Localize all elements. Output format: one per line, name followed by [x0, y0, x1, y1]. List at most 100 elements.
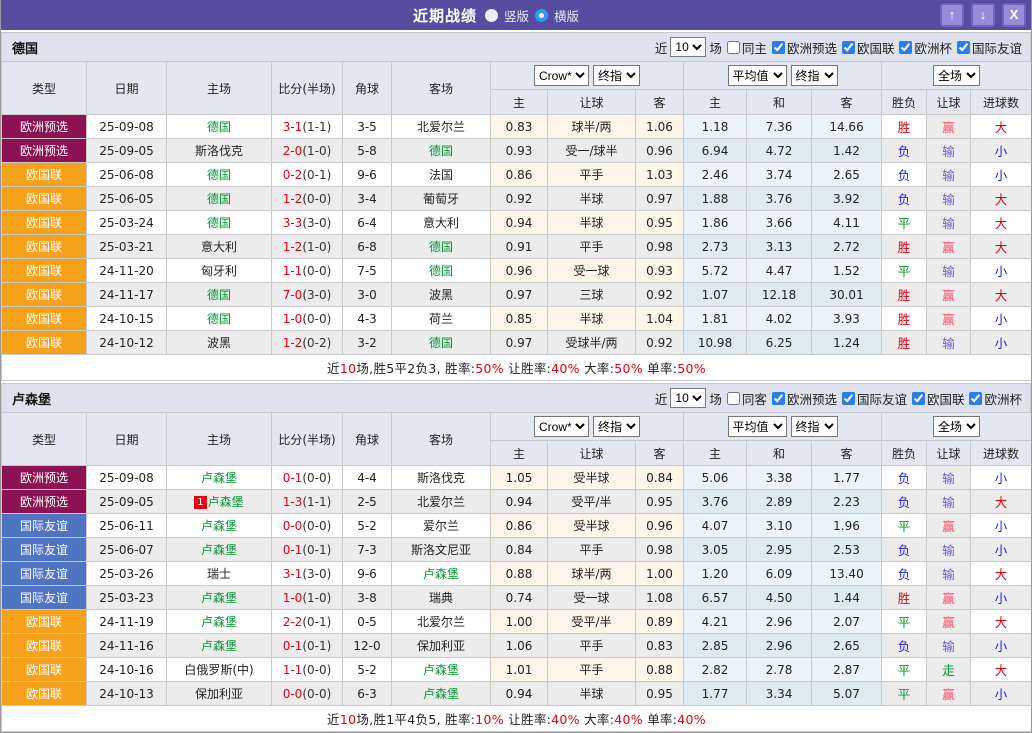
match-result-cell: 平 [882, 658, 927, 682]
match-row: 国际友谊25-06-11卢森堡0-0(0-0)5-2爱尔兰0.86受半球0.96… [2, 514, 1032, 538]
avg-away-odds-cell: 2.53 [812, 538, 882, 562]
close-button[interactable]: X [1002, 3, 1026, 27]
avg-draw-odds-cell: 2.96 [747, 634, 812, 658]
crow-handicap-cell: 受一/球半 [548, 139, 636, 163]
crow-away-odds-cell: 0.98 [636, 235, 684, 259]
avg-away-odds-cell: 2.87 [812, 658, 882, 682]
avg-away-odds-cell: 1.44 [812, 586, 882, 610]
same-venue-checkbox[interactable]: 同客 [725, 389, 767, 408]
goals-result-cell: 小 [971, 163, 1032, 187]
league-checkbox[interactable]: 欧国联 [840, 38, 895, 57]
crow-home-odds-cell: 0.88 [491, 562, 548, 586]
column-header: 日期 [87, 413, 167, 466]
red-card-badge: 1 [194, 496, 206, 509]
avg-away-odds-cell: 1.24 [812, 331, 882, 355]
title-group: 近期战绩 竖版 横版 [413, 5, 579, 26]
match-row: 欧洲预选25-09-051卢森堡1-3(1-1)2-5北爱尔兰0.94受平/半0… [2, 490, 1032, 514]
competition-cell: 国际友谊 [2, 514, 87, 538]
corners-cell: 6-8 [343, 235, 392, 259]
matches-table: 类型日期主场比分(半场)角球客场Crow*终指平均值终指全场主让球客主和客胜负让… [1, 412, 1032, 732]
match-count-select[interactable]: 10 [670, 37, 706, 57]
titlebar: 近期战绩 竖版 横版 ↑ ↓ X [1, 0, 1031, 30]
league-checkbox[interactable]: 欧洲杯 [967, 389, 1022, 408]
crow-handicap-cell: 平手 [548, 235, 636, 259]
average-select[interactable]: 平均值 [728, 65, 787, 86]
avg-home-odds-cell: 1.07 [684, 283, 747, 307]
average-select[interactable]: 平均值 [728, 416, 787, 437]
date-cell: 25-06-08 [87, 163, 167, 187]
avg-home-odds-cell: 2.85 [684, 634, 747, 658]
league-checkbox[interactable]: 欧国联 [910, 389, 965, 408]
date-cell: 24-11-16 [87, 634, 167, 658]
avg-draw-odds-cell: 6.25 [747, 331, 812, 355]
vertical-view-label[interactable]: 竖版 [504, 6, 529, 25]
goals-result-cell: 小 [971, 259, 1032, 283]
avg-home-odds-cell: 1.20 [684, 562, 747, 586]
match-result-cell: 平 [882, 514, 927, 538]
column-header: 和 [747, 441, 812, 466]
league-checkbox[interactable]: 国际友谊 [955, 38, 1022, 57]
bookmaker-select[interactable]: Crow* [534, 416, 589, 437]
column-header: 让球 [927, 441, 971, 466]
column-header: 主场 [167, 62, 272, 115]
home-team-cell: 瑞士 [167, 562, 272, 586]
same-venue-checkbox[interactable]: 同主 [725, 38, 767, 57]
match-row: 欧国联24-11-19卢森堡2-2(0-1)0-5北爱尔兰1.00受平/半0.8… [2, 610, 1032, 634]
avg-home-odds-cell: 1.18 [684, 115, 747, 139]
competition-cell: 欧国联 [2, 307, 87, 331]
horizontal-view-label[interactable]: 横版 [554, 6, 579, 25]
avg-odds-stage-select[interactable]: 终指 [791, 416, 838, 437]
avg-draw-odds-cell: 3.10 [747, 514, 812, 538]
column-header: 客场 [392, 62, 491, 115]
league-checkbox[interactable]: 欧洲预选 [770, 389, 837, 408]
goals-result-cell: 小 [971, 331, 1032, 355]
away-team-cell: 德国 [392, 331, 491, 355]
home-team-cell: 德国 [167, 163, 272, 187]
avg-draw-odds-cell: 3.34 [747, 682, 812, 706]
match-result-cell: 负 [882, 163, 927, 187]
crow-odds-stage-select[interactable]: 终指 [593, 416, 640, 437]
score-cell: 1-0(1-0) [272, 586, 343, 610]
date-cell: 25-03-23 [87, 586, 167, 610]
crow-home-odds-cell: 0.86 [491, 163, 548, 187]
avg-odds-stage-select[interactable]: 终指 [791, 65, 838, 86]
goals-result-cell: 大 [971, 115, 1032, 139]
crow-odds-stage-select[interactable]: 终指 [593, 65, 640, 86]
avg-home-odds-cell: 6.94 [684, 139, 747, 163]
column-header: 客场 [392, 413, 491, 466]
league-checkbox[interactable]: 欧洲预选 [770, 38, 837, 57]
crow-handicap-cell: 平手 [548, 163, 636, 187]
league-checkbox[interactable]: 欧洲杯 [897, 38, 952, 57]
date-cell: 25-03-24 [87, 211, 167, 235]
bookmaker-select[interactable]: Crow* [534, 65, 589, 86]
match-count-select[interactable]: 10 [670, 388, 706, 408]
corners-cell: 12-0 [343, 634, 392, 658]
away-team-cell: 卢森堡 [392, 682, 491, 706]
team-name: 卢森堡 [12, 389, 51, 408]
crow-handicap-cell: 半球 [548, 682, 636, 706]
crow-away-odds-cell: 0.95 [636, 682, 684, 706]
avg-draw-odds-cell: 12.18 [747, 283, 812, 307]
corners-cell: 7-5 [343, 259, 392, 283]
match-result-cell: 胜 [882, 331, 927, 355]
full-match-select[interactable]: 全场 [933, 416, 980, 437]
away-team-cell: 保加利亚 [392, 634, 491, 658]
competition-cell: 欧国联 [2, 634, 87, 658]
full-match-select[interactable]: 全场 [933, 65, 980, 86]
crow-handicap-cell: 平手 [548, 658, 636, 682]
scroll-down-button[interactable]: ↓ [971, 3, 995, 27]
full-match-dropdown-cell: 全场 [882, 413, 1032, 441]
crow-handicap-cell: 球半/两 [548, 562, 636, 586]
horizontal-view-radio[interactable] [535, 9, 548, 22]
scroll-up-button[interactable]: ↑ [940, 3, 964, 27]
vertical-view-radio[interactable] [485, 9, 498, 22]
goals-result-cell: 小 [971, 586, 1032, 610]
corners-cell: 9-6 [343, 562, 392, 586]
avg-home-odds-cell: 4.07 [684, 514, 747, 538]
competition-cell: 国际友谊 [2, 586, 87, 610]
crow-away-odds-cell: 0.95 [636, 490, 684, 514]
corners-cell: 5-8 [343, 139, 392, 163]
avg-away-odds-cell: 2.07 [812, 610, 882, 634]
league-checkbox[interactable]: 国际友谊 [840, 389, 907, 408]
away-team-cell: 北爱尔兰 [392, 610, 491, 634]
